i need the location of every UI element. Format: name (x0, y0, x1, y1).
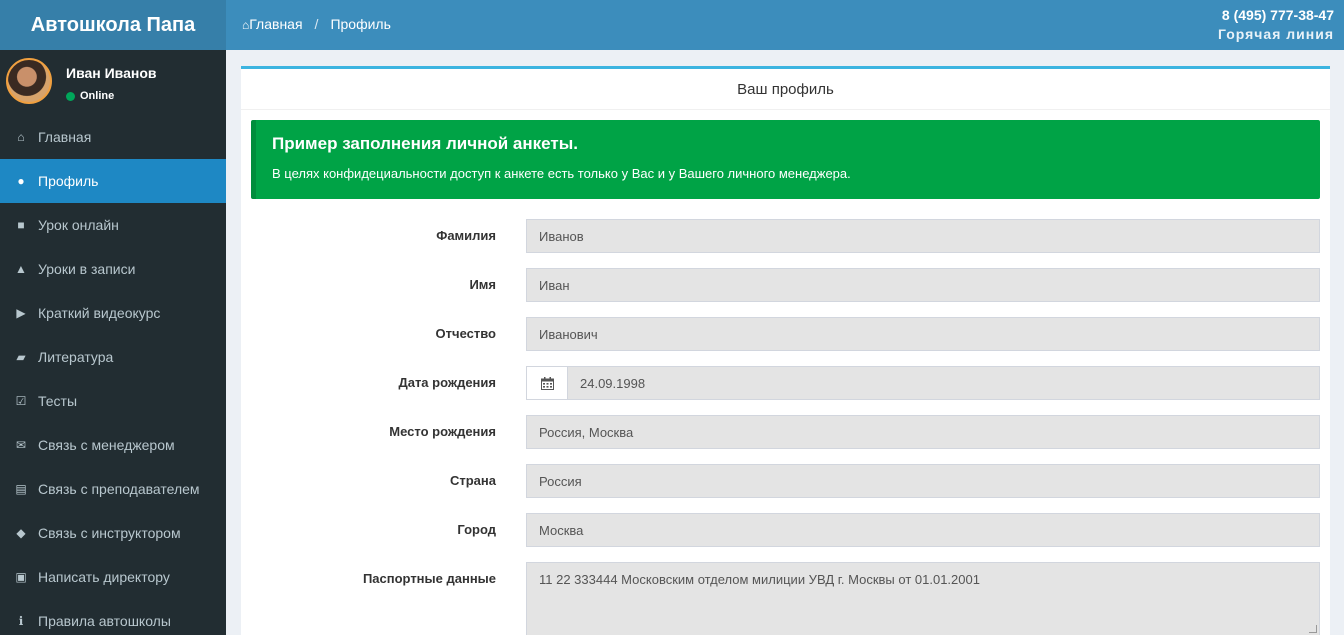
passport-value: 11 22 333444 Московским отделом милиции … (539, 572, 980, 587)
row-country: Страна Россия (241, 464, 1330, 498)
user-icon: ● (17, 174, 25, 188)
sidebar-item-0[interactable]: ⌂ Главная (0, 115, 226, 159)
sidebar-item-label: Связь с инструктором (38, 525, 181, 541)
id-card-icon: ▤ (15, 482, 27, 496)
breadcrumb-home[interactable]: ⌂Главная (242, 16, 303, 32)
sidebar-item-6[interactable]: ☑ Тесты (0, 379, 226, 423)
sidebar-item-label: Профиль (38, 173, 99, 189)
sidebar-menu: ⌂ Главная ● Профиль ■ Урок онлайн ▲ Уроки в зап… (0, 115, 226, 635)
envelope-icon: ✉ (15, 438, 27, 452)
graduation-cap-icon: ▲ (15, 262, 27, 276)
lock-icon: ▣ (15, 570, 27, 584)
patronymic-field[interactable]: Иванович (526, 317, 1320, 351)
sidebar-item-label: Связь с менеджером (38, 437, 175, 453)
birthdate-input-group: 24.09.1998 (526, 366, 1320, 400)
country-label: Страна (449, 473, 496, 488)
sidebar-item-label: Связь с преподавателем (38, 481, 200, 497)
sidebar-item-2[interactable]: ■ Урок онлайн (0, 203, 226, 247)
home-icon: ⌂ (17, 130, 25, 144)
resize-handle-icon[interactable] (1309, 625, 1317, 633)
row-city: Город Москва (241, 513, 1330, 547)
sidebar-item-1[interactable]: ● Профиль (0, 159, 226, 203)
row-passport: Паспортные данные 11 22 333444 Московски… (241, 562, 1330, 635)
surname-label: Фамилия (436, 228, 496, 243)
sidebar-item-label: Краткий видеокурс (38, 305, 161, 321)
country-field[interactable]: Россия (526, 464, 1320, 498)
sidebar-item-9[interactable]: ◆ Связь с инструктором (0, 511, 226, 555)
user-panel: Иван Иванов Online (0, 50, 226, 115)
row-birthdate: Дата рождения 24.09.1998 (241, 366, 1330, 400)
breadcrumb: ⌂Главная / Профиль (242, 16, 391, 32)
sidebar-item-8[interactable]: ▤ Связь с преподавателем (0, 467, 226, 511)
surname-field[interactable]: Иванов (526, 219, 1320, 253)
sidebar-item-label: Урок онлайн (38, 217, 119, 233)
row-patronymic: Отчество Иванович (241, 317, 1330, 351)
sidebar-item-label: Тесты (38, 393, 78, 409)
row-name: Имя Иван (241, 268, 1330, 302)
hotline-phone[interactable]: 8 (495) 777-38-47 (1218, 7, 1334, 23)
passport-textarea[interactable]: 11 22 333444 Московским отделом милиции … (526, 562, 1320, 635)
car-icon: ◆ (16, 526, 26, 540)
calendar-icon[interactable] (526, 366, 568, 400)
alert-text: В целях конфидециальности доступ к анкет… (272, 166, 851, 181)
sidebar-item-3[interactable]: ▲ Уроки в записи (0, 247, 226, 291)
name-label: Имя (469, 277, 496, 292)
book-icon: ▰ (16, 350, 26, 364)
birthplace-label: Место рождения (389, 424, 496, 439)
user-name: Иван Иванов (66, 65, 157, 81)
birthplace-field[interactable]: Россия, Москва (526, 415, 1320, 449)
play-square-icon: ▶ (16, 306, 26, 320)
check-square-icon: ☑ (15, 394, 27, 408)
city-label: Город (457, 522, 496, 537)
sidebar: Иван Иванов Online ⌂ Главная ● Профиль ■ Урок… (0, 50, 226, 635)
video-icon: ■ (17, 218, 25, 232)
sidebar-item-7[interactable]: ✉ Связь с менеджером (0, 423, 226, 467)
sidebar-item-label: Написать директору (38, 569, 170, 585)
top-bar: ⌂Главная / Профиль 8 (495) 777-38-47 Гор… (226, 0, 1344, 50)
birthdate-field[interactable]: 24.09.1998 (568, 366, 1320, 400)
passport-label: Паспортные данные (362, 571, 496, 586)
avatar (6, 58, 52, 104)
hotline-label: Горячая линия (1217, 26, 1334, 42)
breadcrumb-home-label: Главная (249, 16, 303, 32)
patronymic-label: Отчество (435, 326, 496, 341)
sidebar-item-4[interactable]: ▶ Краткий видеокурс (0, 291, 226, 335)
sidebar-item-label: Литература (38, 349, 114, 365)
birthdate-label: Дата рождения (398, 375, 496, 390)
online-dot-icon (66, 91, 75, 101)
brand-logo[interactable]: Автошкола Папа (0, 0, 226, 50)
name-field[interactable]: Иван (526, 268, 1320, 302)
city-field[interactable]: Москва (526, 513, 1320, 547)
info-alert: Пример заполнения личной анкеты. В целях… (251, 120, 1320, 199)
hotline: 8 (495) 777-38-47 Горячая линия (1218, 7, 1334, 42)
profile-box: Ваш профиль Пример заполнения личной анк… (241, 66, 1330, 635)
sidebar-item-label: Уроки в записи (38, 261, 136, 277)
info-circle-icon: ℹ (18, 614, 24, 628)
alert-title: Пример заполнения личной анкеты. (272, 134, 578, 153)
sidebar-item-label: Правила автошколы (38, 613, 171, 629)
box-title: Ваш профиль (241, 69, 1330, 110)
user-status: Online (66, 90, 114, 102)
sidebar-item-11[interactable]: ℹ Правила автошколы (0, 599, 226, 635)
sidebar-item-label: Главная (38, 129, 92, 145)
row-surname: Фамилия Иванов (241, 219, 1330, 253)
row-birthplace: Место рождения Россия, Москва (241, 415, 1330, 449)
user-status-label: Online (80, 90, 115, 102)
breadcrumb-current: Профиль (330, 16, 391, 32)
breadcrumb-separator: / (314, 16, 319, 32)
sidebar-item-5[interactable]: ▰ Литература (0, 335, 226, 379)
sidebar-item-10[interactable]: ▣ Написать директору (0, 555, 226, 599)
